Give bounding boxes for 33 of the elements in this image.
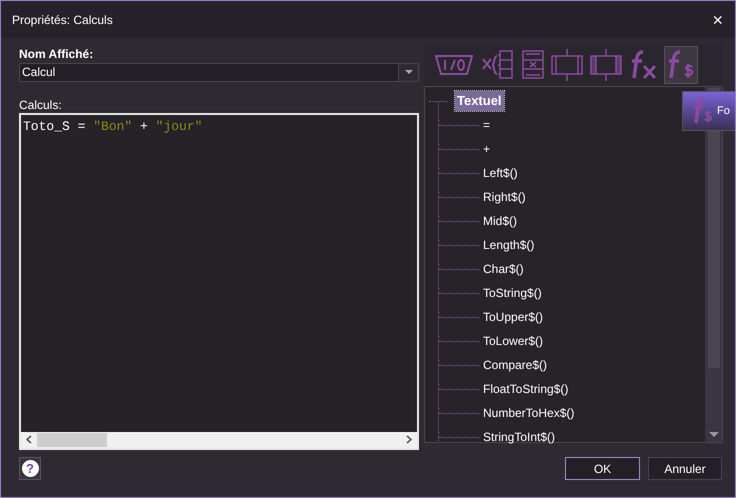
string-function-icon[interactable] — [664, 46, 698, 84]
ok-button[interactable]: OK — [565, 457, 640, 480]
tree-item[interactable]: Textuel — [455, 91, 504, 111]
tooltip: Fo — [682, 91, 735, 131]
field-label: Nom Affiché: — [19, 46, 94, 61]
horizontal-scrollbar[interactable] — [21, 432, 417, 448]
tree-item[interactable]: Mid$() — [483, 212, 518, 230]
block-icon[interactable] — [549, 46, 585, 84]
function-icon — [691, 96, 713, 126]
tree-item[interactable]: ToLower$() — [483, 332, 544, 350]
window-title: Propriétés: Calculs — [12, 12, 113, 28]
close-button[interactable]: × — [712, 10, 723, 28]
scroll-down-icon[interactable] — [708, 432, 718, 438]
tree-item[interactable]: NumberToHex$() — [483, 404, 574, 422]
tree-item[interactable]: Char$() — [483, 260, 524, 278]
tree-item[interactable]: Right$() — [483, 188, 526, 206]
tree-item[interactable]: FloatToString$() — [483, 380, 568, 398]
tree-item[interactable]: StringToInt$() — [483, 428, 556, 446]
name-combo[interactable]: Calcul — [19, 63, 419, 82]
tree-item[interactable]: ToString$() — [483, 284, 542, 302]
tree-item[interactable]: Length$() — [483, 236, 534, 254]
tree-item[interactable]: ToUpper$() — [483, 308, 544, 326]
cancel-button[interactable]: Annuler — [648, 457, 722, 480]
tree-item[interactable]: Compare$() — [483, 356, 548, 374]
scroll-thumb[interactable] — [37, 433, 107, 447]
tree-item[interactable]: + — [483, 140, 490, 158]
help-button[interactable]: ? — [19, 457, 41, 480]
code-line: Toto_S = "Bon" + "jour" — [23, 119, 202, 134]
tree-item[interactable]: Left$() — [483, 164, 518, 182]
code-editor[interactable]: Toto_S = "Bon" + "jour" — [19, 113, 419, 450]
tree-item[interactable]: = — [483, 116, 490, 134]
hatched-block-icon[interactable] — [588, 46, 624, 84]
field-label: Calculs: — [19, 97, 63, 112]
